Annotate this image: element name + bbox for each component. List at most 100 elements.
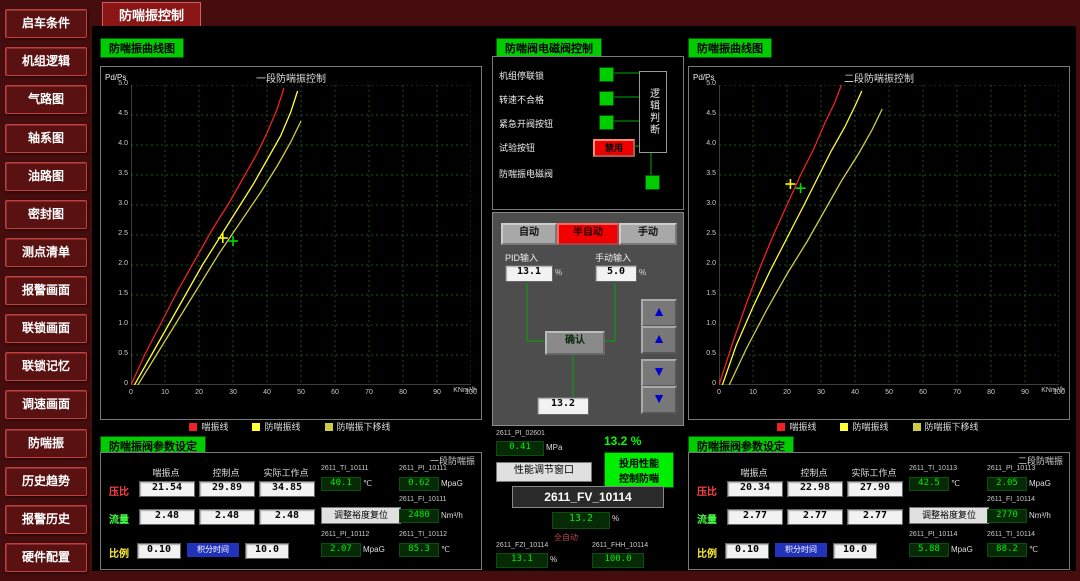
tag-unit: ℃ — [441, 545, 450, 554]
sidebar-item-13[interactable]: 历史趋势 — [5, 467, 87, 496]
param-value[interactable]: 2.77 — [847, 509, 903, 525]
sidebar-item-14[interactable]: 报警历史 — [5, 505, 87, 534]
pid-i-label: 积分时间 — [187, 543, 239, 557]
param-value[interactable]: 20.34 — [727, 481, 783, 497]
legend-swatch-icon — [777, 423, 785, 431]
column-header: 喘振点 — [139, 466, 193, 479]
solenoid-row-label: 紧急开阀按钮 — [499, 117, 553, 130]
series-防喘振下移线 — [138, 121, 301, 385]
param-value[interactable]: 2.48 — [139, 509, 195, 525]
chart-panel-left: 一段防喘振控制 Pd/Ps KNm³/h 5.04.54.03.53.02.52… — [100, 66, 482, 420]
interlock-indicator — [599, 67, 614, 82]
x-tick-label: 30 — [223, 389, 243, 396]
sidebar-item-4[interactable]: 轴系图 — [5, 124, 87, 153]
y-tick-label: 4.5 — [103, 110, 128, 117]
left-chart-label: 防喘振曲线图 — [100, 38, 184, 58]
enable-performance-line2: 控制防喘 — [605, 470, 673, 485]
solenoid-panel: 逻辑判断 机组停联锁转速不合格紧急开阀按钮试验按钮禁用防喘振电磁阀 — [492, 56, 684, 210]
y-tick-label: 0 — [103, 380, 128, 387]
tag-value: 88.2 — [987, 543, 1027, 557]
confirm-button[interactable]: 确认 — [545, 331, 605, 355]
mode-button-2[interactable]: 半自动 — [557, 223, 619, 245]
manual-input-label: 手动输入 — [595, 251, 631, 264]
setpoint-value[interactable]: 13.2 — [537, 397, 589, 415]
x-tick-label: 40 — [845, 389, 865, 396]
sidebar-item-15[interactable]: 硬件配置 — [5, 543, 87, 572]
pid-p-value[interactable]: 0.10 — [725, 543, 769, 559]
param-value[interactable]: 27.90 — [847, 481, 903, 497]
param-value[interactable]: 34.85 — [259, 481, 315, 497]
tag-label: 2611_TI_10113 — [909, 465, 957, 472]
performance-window-button[interactable]: 性能调节窗口 — [496, 462, 592, 482]
sidebar-item-5[interactable]: 油路图 — [5, 162, 87, 191]
pid-p-value[interactable]: 0.10 — [137, 543, 181, 559]
mode-button-1[interactable]: 自动 — [501, 223, 557, 245]
arrow-down-fast-icon[interactable]: ▼ — [641, 386, 677, 414]
pid-i-value[interactable]: 10.0 — [833, 543, 877, 559]
chart-plot-area — [131, 85, 471, 385]
tag-label: 2611_TI_10112 — [399, 531, 447, 538]
param-value[interactable]: 2.48 — [199, 509, 255, 525]
pid-i-value[interactable]: 10.0 — [245, 543, 289, 559]
sidebar-item-7[interactable]: 测点清单 — [5, 238, 87, 267]
tag-value: 85.3 — [399, 543, 439, 557]
pressure-tag-unit: MPa — [546, 443, 562, 452]
y-tick-label: 2.5 — [103, 230, 128, 237]
pid-i-label: 积分时间 — [775, 543, 827, 557]
tag-unit: MpaG — [363, 545, 385, 554]
sidebar-item-9[interactable]: 联锁画面 — [5, 314, 87, 343]
chart-legend-left: 喘振线 防喘振线 防喘振下移线 — [100, 420, 480, 433]
sidebar-item-1[interactable]: 启车条件 — [5, 9, 87, 38]
tag-label: 2611_FI_10114 — [987, 496, 1035, 503]
column-header: 实际工作点 — [847, 466, 901, 479]
margin-reset-button[interactable]: 调整裕度复位 — [321, 507, 401, 524]
tag-unit: ℃ — [951, 479, 960, 488]
legend-label: 防喘振下移线 — [337, 420, 391, 433]
y-tick-label: 1.0 — [103, 320, 128, 327]
param-value[interactable]: 22.98 — [787, 481, 843, 497]
params-panel-left: 一段防喘振 喘振点控制点实际工作点压比21.5429.8934.85流量2.48… — [100, 452, 482, 570]
y-tick-label: 3.5 — [691, 170, 716, 177]
fhh-tag-label: 2611_FHH_10114 — [592, 542, 648, 549]
valve-position-unit: % — [612, 514, 619, 523]
param-value[interactable]: 29.89 — [199, 481, 255, 497]
pid-input-value[interactable]: 13.1 — [505, 265, 553, 282]
mode-button-3[interactable]: 手动 — [619, 223, 677, 245]
arrow-up-icon[interactable]: ▲ — [641, 326, 677, 354]
tag-label: 2611_PI_10114 — [909, 531, 957, 538]
arrow-down-icon[interactable]: ▼ — [641, 359, 677, 387]
sidebar-item-12[interactable]: 防喘振 — [5, 429, 87, 458]
tag-unit: ℃ — [1029, 545, 1038, 554]
legend-swatch-icon — [913, 423, 921, 431]
tag-value: 40.1 — [321, 477, 361, 491]
pid-p-label: 比例 — [109, 545, 129, 560]
param-value[interactable]: 2.77 — [787, 509, 843, 525]
chart-title: 二段防喘振控制 — [689, 70, 1069, 85]
param-value[interactable]: 2.77 — [727, 509, 783, 525]
margin-reset-button[interactable]: 调整裕度复位 — [909, 507, 989, 524]
tag-unit: ℃ — [363, 479, 372, 488]
tag-unit: Nm³/h — [1029, 511, 1051, 520]
param-value[interactable]: 21.54 — [139, 481, 195, 497]
legend-item: 防喘振线 — [252, 420, 300, 433]
sidebar-item-3[interactable]: 气路图 — [5, 85, 87, 114]
y-tick-label: 2.0 — [103, 260, 128, 267]
sidebar-item-8[interactable]: 报警画面 — [5, 276, 87, 305]
sidebar-item-2[interactable]: 机组逻辑 — [5, 47, 87, 76]
manual-input-value[interactable]: 5.0 — [595, 265, 637, 282]
valve-status-label: 全自动 — [554, 532, 578, 543]
legend-item: 喘振线 — [189, 420, 228, 433]
x-tick-label: 80 — [981, 389, 1001, 396]
enable-performance-button[interactable]: 投用性能 控制防喘 — [604, 452, 674, 488]
interlock-indicator — [599, 91, 614, 106]
arrow-up-fast-icon[interactable]: ▲ — [641, 299, 677, 327]
y-tick-label: 0.5 — [691, 350, 716, 357]
disable-button[interactable]: 禁用 — [593, 139, 635, 157]
sidebar-item-6[interactable]: 密封图 — [5, 200, 87, 229]
tag-label: 2611_FI_10111 — [399, 496, 447, 503]
solenoid-row-label: 转速不合格 — [499, 93, 544, 106]
sidebar-item-11[interactable]: 调速画面 — [5, 390, 87, 419]
legend-label: 防喘振线 — [852, 420, 888, 433]
sidebar-item-10[interactable]: 联锁记忆 — [5, 352, 87, 381]
param-value[interactable]: 2.48 — [259, 509, 315, 525]
